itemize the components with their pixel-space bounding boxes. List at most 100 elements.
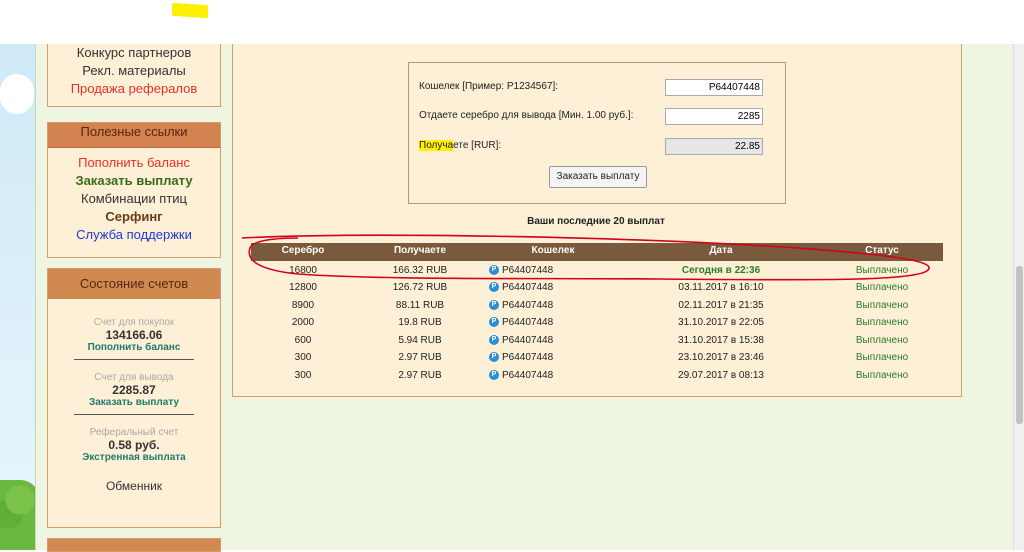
cell-receive: 5.94 RUB bbox=[398, 334, 442, 346]
cell-date: 31.10.2017 в 22:05 bbox=[678, 317, 764, 328]
cell-wallet: P P64407448 bbox=[485, 315, 625, 331]
cell-silver: 2000 bbox=[291, 317, 315, 328]
exchanger-link[interactable]: Обменник bbox=[48, 479, 220, 493]
withdraw-account-caption: Счет для вывода bbox=[94, 372, 174, 383]
payeer-p-icon: P bbox=[489, 317, 499, 328]
table-row: 12800 126.72 RUB P P64407448 03.11.2017 в… bbox=[251, 280, 943, 298]
silver-label: Отдаете серебро для вывода [Мин. 1.00 ру… bbox=[419, 110, 634, 121]
cell-wallet: P P64407448 bbox=[485, 368, 625, 384]
wallet-label: Кошелек [Пример: P1234567]: bbox=[419, 81, 559, 92]
cell-receive: 126.72 RUB bbox=[392, 282, 448, 293]
withdraw-account-link[interactable]: Заказать выплату bbox=[48, 397, 220, 408]
nav-partner-contest[interactable]: Конкурс партнеров bbox=[48, 44, 220, 62]
cell-date: 31.10.2017 в 15:38 bbox=[678, 334, 764, 346]
payeer-p-icon: P bbox=[489, 264, 499, 275]
receive-label-highlight: Получа bbox=[419, 140, 454, 151]
wallet-number: P64407448 bbox=[502, 299, 554, 311]
yellow-highlight-mark bbox=[172, 2, 208, 19]
history-title: Ваши последние 20 выплат bbox=[527, 216, 665, 227]
cell-wallet: P P64407448 bbox=[485, 350, 625, 366]
cell-status: Выплачено bbox=[855, 299, 909, 311]
nav-sell-referrals[interactable]: Продажа рефералов bbox=[48, 80, 220, 98]
cell-receive: 2.97 RUB bbox=[398, 369, 442, 381]
cell-receive: 88.11 RUB bbox=[395, 299, 445, 311]
cell-wallet: P P64407448 bbox=[485, 333, 625, 349]
cell-date: 23.10.2017 в 23:46 bbox=[678, 352, 764, 363]
col-receive: Получаете bbox=[393, 245, 447, 256]
cell-receive: 166.32 RUB bbox=[392, 264, 448, 276]
referral-account-value: 0.58 руб. bbox=[108, 438, 160, 452]
partner-links-box: Конкурс партнеров Рекл. материалы Продаж… bbox=[47, 44, 221, 107]
cell-silver: 8900 bbox=[291, 299, 315, 311]
referral-account-caption: Реферальный счет bbox=[89, 427, 179, 438]
col-date: Дата bbox=[709, 245, 733, 256]
wallet-number: P64407448 bbox=[502, 282, 554, 293]
wallet-number: P64407448 bbox=[502, 334, 554, 346]
table-row: 8900 88.11 RUB P P64407448 02.11.2017 в 2… bbox=[251, 298, 943, 316]
link-support[interactable]: Служба поддержки bbox=[48, 226, 220, 244]
silver-input[interactable] bbox=[665, 108, 763, 125]
table-row: 16800 166.32 RUB P P64407448 Сегодня в 22… bbox=[251, 263, 943, 281]
link-top-up-balance[interactable]: Пополнить баланс bbox=[48, 154, 220, 172]
nav-ad-materials[interactable]: Рекл. материалы bbox=[48, 62, 220, 80]
cell-date: 02.11.2017 в 21:35 bbox=[678, 299, 764, 311]
payeer-p-icon: P bbox=[489, 299, 499, 310]
wallet-number: P64407448 bbox=[502, 264, 554, 276]
cell-date: 29.07.2017 в 08:13 bbox=[678, 369, 764, 381]
order-payout-button[interactable]: Заказать выплату bbox=[549, 166, 647, 188]
wallet-number: P64407448 bbox=[502, 352, 554, 363]
table-row: 600 5.94 RUB P P64407448 31.10.2017 в 15:… bbox=[251, 333, 943, 351]
col-status: Статус bbox=[865, 245, 899, 256]
cell-wallet: P P64407448 bbox=[485, 263, 625, 279]
table-row: 2000 19.8 RUB P P64407448 31.10.2017 в 22… bbox=[251, 315, 943, 333]
wallet-number: P64407448 bbox=[502, 369, 554, 381]
payeer-p-icon: P bbox=[489, 282, 499, 293]
link-surfing[interactable]: Серфинг bbox=[48, 208, 220, 226]
link-order-payout[interactable]: Заказать выплату bbox=[48, 172, 220, 190]
purchase-account-link[interactable]: Пополнить баланс bbox=[48, 342, 220, 353]
scrollbar-thumb[interactable] bbox=[1016, 266, 1023, 424]
cell-status: Выплачено bbox=[855, 317, 909, 328]
purchase-account-caption: Счет для покупок bbox=[93, 317, 175, 328]
payout-history-table: Серебро Получаете Кошелек Дата Статус 16… bbox=[251, 243, 943, 385]
receive-output bbox=[665, 138, 763, 155]
table-header: Серебро Получаете Кошелек Дата Статус bbox=[251, 243, 943, 261]
link-bird-combinations[interactable]: Комбинации птиц bbox=[48, 190, 220, 208]
cell-silver: 300 bbox=[294, 352, 312, 363]
cell-receive: 19.8 RUB bbox=[398, 317, 442, 328]
purchase-account-value: 134166.06 bbox=[105, 328, 163, 342]
divider bbox=[74, 414, 194, 415]
cell-status: Выплачено bbox=[855, 334, 909, 346]
useful-links-header: Полезные ссылки bbox=[48, 123, 220, 148]
cell-silver: 300 bbox=[294, 369, 312, 381]
wallet-input[interactable] bbox=[665, 79, 763, 96]
referral-account-link[interactable]: Экстренная выплата bbox=[48, 452, 220, 463]
cell-date: 03.11.2017 в 16:10 bbox=[678, 282, 764, 293]
cloud-left bbox=[0, 74, 34, 114]
withdraw-account-value: 2285.87 bbox=[112, 383, 156, 397]
cell-silver: 600 bbox=[294, 334, 312, 346]
vertical-scrollbar[interactable] bbox=[1013, 44, 1024, 550]
cell-status: Выплачено bbox=[855, 282, 909, 293]
divider bbox=[74, 359, 194, 360]
cell-status: Выплачено bbox=[855, 264, 909, 276]
next-box-header bbox=[48, 539, 220, 551]
wallet-number: P64407448 bbox=[502, 317, 554, 328]
cell-silver: 12800 bbox=[289, 282, 317, 293]
payout-form: Кошелек [Пример: P1234567]: Отдаете сере… bbox=[408, 62, 786, 204]
top-strip bbox=[0, 0, 1024, 44]
cell-silver: 16800 bbox=[289, 264, 317, 276]
receive-label-rest: ете [RUR]: bbox=[453, 140, 502, 151]
accounts-header: Состояние счетов bbox=[48, 269, 220, 299]
cell-wallet: P P64407448 bbox=[485, 298, 625, 314]
cell-wallet: P P64407448 bbox=[485, 280, 625, 296]
cell-status: Выплачено bbox=[855, 352, 909, 363]
col-wallet: Кошелек bbox=[531, 245, 575, 256]
payeer-p-icon: P bbox=[489, 334, 499, 345]
accounts-box: Состояние счетов Счет для покупок 134166… bbox=[47, 268, 221, 528]
useful-links-box: Полезные ссылки Пополнить баланс Заказат… bbox=[47, 122, 221, 258]
payeer-p-icon: P bbox=[489, 369, 499, 380]
cell-receive: 2.97 RUB bbox=[398, 352, 442, 363]
payeer-p-icon: P bbox=[489, 352, 499, 363]
table-row: 300 2.97 RUB P P64407448 29.07.2017 в 08:… bbox=[251, 368, 943, 386]
